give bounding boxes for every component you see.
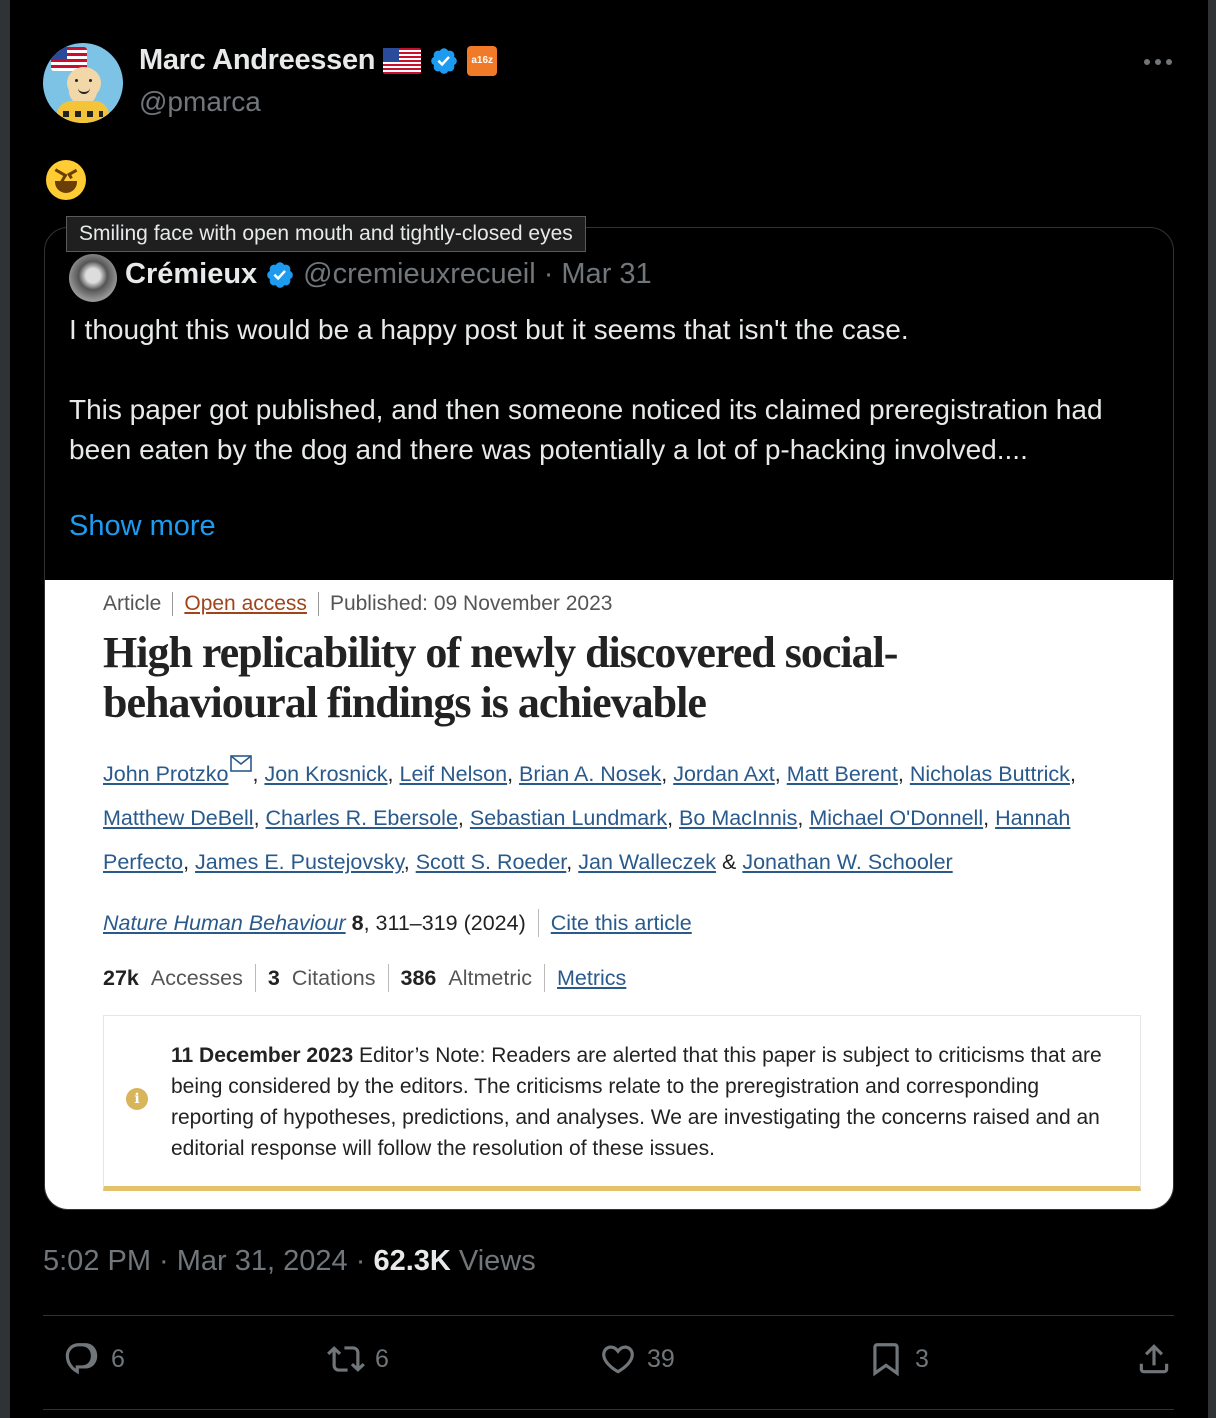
author-list: John Protzko, Jon Krosnick, Leif Nelson,… [103, 752, 1143, 884]
author-link: John Protzko [103, 762, 229, 786]
author-link: Nicholas Buttrick [909, 762, 1070, 786]
reply-icon [65, 1343, 98, 1375]
action-bar: 6 6 39 3 [43, 1340, 1174, 1390]
author-link: Scott S. Roeder [415, 850, 567, 874]
divider [43, 1409, 1174, 1410]
verified-badge-icon [267, 261, 293, 288]
author-link: Jon Krosnick [264, 762, 388, 786]
post-timestamp: 5:02 PM · Mar 31, 2024 · 62.3K Views [43, 1245, 536, 1278]
editors-note-text: 11 December 2023 Editor’s Note: Readers … [171, 1040, 1121, 1164]
author-handle[interactable]: @pmarca [139, 86, 261, 118]
author-link: Jordan Axt [673, 762, 775, 786]
tweet-detail: Marc Andreessen a16z @pmarca Smiling fac… [10, 0, 1208, 1418]
author-link: Jonathan W. Schooler [742, 850, 953, 874]
accesses-value: 27k [103, 965, 139, 990]
views-label: Views [450, 1245, 536, 1277]
bookmark-count: 3 [915, 1344, 929, 1373]
heart-icon [602, 1345, 634, 1374]
like-button[interactable]: 39 [599, 1340, 675, 1378]
show-more-link[interactable]: Show more [69, 510, 216, 543]
us-flag-icon [383, 47, 422, 74]
quote-date[interactable]: · Mar 31 [544, 258, 652, 291]
author-name-row: Marc Andreessen a16z [139, 44, 498, 77]
author-avatar[interactable] [43, 43, 123, 123]
verified-badge-icon[interactable] [429, 46, 459, 76]
author-link: Sebastian Lundmark [469, 806, 668, 830]
author-link: Brian A. Nosek [519, 762, 662, 786]
author-link: Michael O'Donnell [809, 806, 984, 830]
article-screenshot: Article Open access Published: 09 Novemb… [45, 580, 1173, 1209]
share-icon [1139, 1344, 1169, 1374]
like-count: 39 [647, 1344, 675, 1373]
journal-volume: 8 [351, 910, 364, 935]
journal-name: Nature Human Behaviour [103, 910, 346, 935]
metrics-link: Metrics [557, 965, 627, 990]
article-type: Article [103, 592, 162, 615]
bookmark-button[interactable]: 3 [867, 1340, 929, 1378]
journal-pages: , 311–319 (2024) [363, 910, 526, 935]
quote-handle[interactable]: @cremieuxrecueil [303, 258, 536, 291]
metrics-row: 27k Accesses 3 Citations 386 Altmetric M… [103, 964, 626, 992]
emoji-tooltip: Smiling face with open mouth and tightly… [66, 216, 586, 252]
quoted-tweet[interactable]: Crémieux @cremieuxrecueil · Mar 31 I tho… [44, 227, 1174, 1210]
more-options-icon[interactable] [1140, 50, 1176, 74]
altmetric-label: Altmetric [448, 965, 533, 990]
repost-icon [327, 1346, 365, 1372]
author-link: Matthew DeBell [103, 806, 254, 830]
author-link: Bo MacInnis [679, 806, 798, 830]
author-link: James E. Pustejovsky [195, 850, 404, 874]
published-date: Published: 09 November 2023 [329, 592, 613, 615]
article-meta: Article Open access Published: 09 Novemb… [103, 592, 612, 616]
views-count: 62.3K [373, 1245, 451, 1277]
mail-icon [230, 755, 253, 772]
quote-header: Crémieux @cremieuxrecueil · Mar 31 [125, 258, 652, 291]
author-link: Charles R. Ebersole [265, 806, 458, 830]
affiliate-badge-icon[interactable]: a16z [467, 45, 498, 76]
timestamp-text[interactable]: 5:02 PM · Mar 31, 2024 · [43, 1245, 373, 1277]
citations-value: 3 [267, 965, 280, 990]
reply-count: 6 [111, 1344, 125, 1373]
author-link: Jan Walleczek [578, 850, 717, 874]
divider [43, 1315, 1174, 1316]
note-date: 11 December 2023 [171, 1044, 354, 1067]
quote-text: I thought this would be a happy post but… [69, 314, 1103, 465]
author-link: Leif Nelson [399, 762, 508, 786]
citations-label: Citations [291, 965, 376, 990]
share-button[interactable] [1135, 1340, 1173, 1378]
open-access-link: Open access [184, 592, 307, 615]
cite-link: Cite this article [550, 910, 692, 935]
bookmark-icon [873, 1343, 899, 1377]
info-icon: i [126, 1088, 148, 1110]
quote-author-avatar[interactable] [69, 254, 117, 302]
repost-count: 6 [375, 1344, 389, 1373]
journal-row: Nature Human Behaviour 8 , 311–319 (2024… [103, 909, 692, 937]
repost-button[interactable]: 6 [327, 1340, 389, 1378]
article-title: High replicability of newly discovered s… [103, 628, 898, 727]
reply-button[interactable]: 6 [63, 1340, 125, 1378]
accesses-label: Accesses [150, 965, 243, 990]
author-name[interactable]: Marc Andreessen [139, 44, 376, 77]
quote-author-name[interactable]: Crémieux [125, 258, 257, 291]
laughing-emoji-icon [46, 160, 86, 200]
editors-note: i 11 December 2023 Editor’s Note: Reader… [103, 1015, 1141, 1191]
altmetric-value: 386 [400, 965, 437, 990]
author-link: Matt Berent [786, 762, 898, 786]
